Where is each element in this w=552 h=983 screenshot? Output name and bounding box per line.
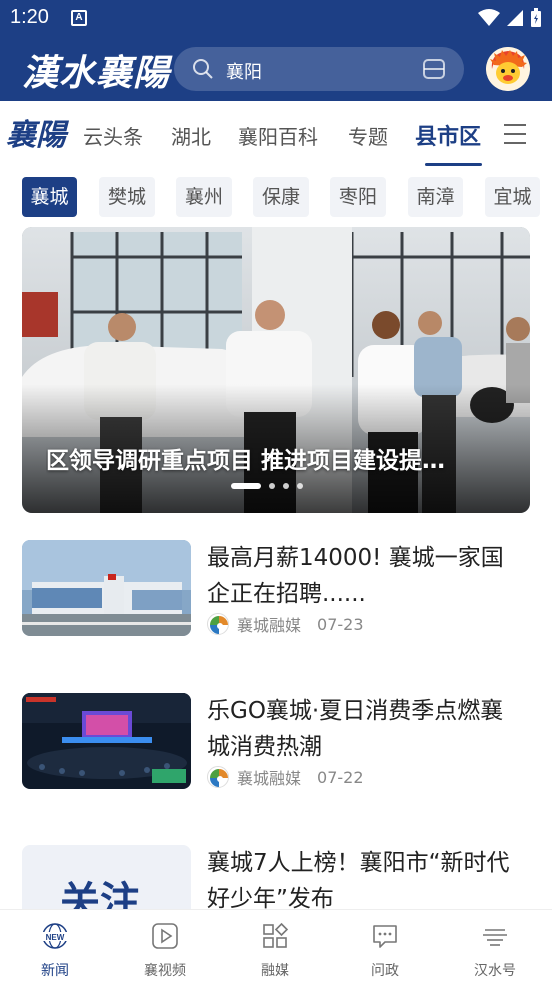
news-thumbnail: 关注 bbox=[22, 845, 191, 909]
news-meta: 襄城融媒 07-23 bbox=[207, 612, 364, 636]
banner-title[interactable]: 区领导调研重点项目 推进项目建设提… bbox=[46, 441, 516, 475]
waves-icon bbox=[483, 929, 507, 946]
source-logo-icon bbox=[207, 766, 229, 788]
news-list-item[interactable]: 关注 襄城7人上榜！襄阳市“新时代好少年”发布 bbox=[22, 845, 530, 909]
nav-label: 新闻 bbox=[41, 963, 69, 979]
status-bar: 1:20 A bbox=[0, 0, 552, 36]
battery-icon bbox=[531, 8, 541, 27]
channel-tab-yuntoutiao[interactable]: 云头条 bbox=[83, 121, 143, 150]
news-thumbnail bbox=[22, 540, 191, 636]
subtab-yicheng[interactable]: 宜城 bbox=[485, 177, 540, 217]
nav-label: 融媒 bbox=[261, 963, 289, 979]
thumb-text: 关注 bbox=[60, 879, 140, 909]
nav-label: 襄视频 bbox=[144, 963, 186, 979]
channel-tab-hubei[interactable]: 湖北 bbox=[171, 121, 211, 150]
news-globe-icon: NEW bbox=[41, 923, 69, 949]
carousel-dot bbox=[269, 483, 275, 489]
news-thumbnail bbox=[22, 693, 191, 789]
stage-night-photo bbox=[22, 693, 191, 789]
app-screen: 1:20 A 漢水襄陽 襄阳 襄陽 云头条 湖北 襄阳百科 专题 县市区 襄城 … bbox=[0, 0, 552, 983]
wifi-icon bbox=[478, 9, 500, 26]
channel-menu-icon[interactable] bbox=[504, 124, 526, 144]
signal-icon bbox=[507, 10, 523, 26]
notification-icon: A bbox=[71, 10, 87, 26]
nav-item-video[interactable]: 襄视频 bbox=[110, 910, 220, 983]
carousel-dot bbox=[283, 483, 289, 489]
status-icons bbox=[478, 8, 542, 28]
news-source: 襄城融媒 bbox=[237, 616, 302, 635]
carousel-dot bbox=[231, 483, 261, 489]
channel-logo: 襄陽 bbox=[6, 118, 66, 153]
news-title[interactable]: 襄城7人上榜！襄阳市“新时代好少年”发布 bbox=[207, 845, 525, 909]
app-logo: 漢水襄陽 bbox=[22, 52, 171, 94]
top-header: 1:20 A 漢水襄陽 襄阳 bbox=[0, 0, 552, 101]
headline-banner[interactable]: 区领导调研重点项目 推进项目建设提… bbox=[22, 227, 530, 513]
search-icon bbox=[193, 59, 213, 79]
channel-tab-xiangyang-baike[interactable]: 襄阳百科 bbox=[238, 121, 318, 150]
status-time: 1:20 bbox=[10, 6, 49, 28]
subtab-baokang[interactable]: 保康 bbox=[253, 177, 309, 217]
subtab-xiangcheng[interactable]: 襄城 bbox=[22, 177, 77, 217]
subtab-xiangzhou[interactable]: 襄州 bbox=[176, 177, 232, 217]
news-source: 襄城融媒 bbox=[237, 769, 302, 788]
mascot-avatar-icon bbox=[486, 47, 530, 91]
news-meta: 襄城融媒 07-22 bbox=[207, 765, 364, 789]
news-list-item[interactable]: 最高月薪14000! 襄城一家国企正在招聘...... 襄城融媒 07-23 bbox=[22, 540, 530, 640]
nav-label: 问政 bbox=[371, 963, 399, 979]
search-bar[interactable]: 襄阳 bbox=[174, 47, 464, 91]
source-logo-icon bbox=[207, 613, 229, 635]
nav-item-news[interactable]: NEW 新闻 bbox=[0, 910, 110, 983]
grid-icon bbox=[263, 922, 289, 948]
news-date: 07-23 bbox=[317, 614, 364, 634]
subtab-fancheng[interactable]: 樊城 bbox=[99, 177, 155, 217]
news-title[interactable]: 最高月薪14000! 襄城一家国企正在招聘...... bbox=[207, 540, 525, 612]
bottom-navigation: NEW 新闻 襄视频 融媒 问政 汉水号 bbox=[0, 909, 552, 983]
play-icon bbox=[152, 923, 178, 949]
scan-icon[interactable] bbox=[422, 58, 446, 80]
nav-item-hanshuihao[interactable]: 汉水号 bbox=[440, 910, 550, 983]
subtab-nanzhang[interactable]: 南漳 bbox=[408, 177, 463, 217]
building-photo bbox=[22, 540, 191, 636]
channel-tab-xianshiqu[interactable]: 县市区 bbox=[415, 119, 481, 151]
news-title[interactable]: 乐GO襄城·夏日消费季点燃襄城消费热潮 bbox=[207, 693, 525, 765]
channel-tab-zhuanti[interactable]: 专题 bbox=[348, 121, 388, 150]
search-text: 襄阳 bbox=[226, 62, 262, 83]
news-list-item[interactable]: 乐GO襄城·夏日消费季点燃襄城消费热潮 襄城融媒 07-22 bbox=[22, 693, 530, 793]
news-date: 07-22 bbox=[317, 767, 364, 787]
nav-item-wenzheng[interactable]: 问政 bbox=[330, 910, 440, 983]
carousel-dot bbox=[297, 483, 303, 489]
subtab-zaoyang[interactable]: 枣阳 bbox=[330, 177, 386, 217]
active-channel-underline bbox=[425, 163, 482, 166]
chat-icon bbox=[373, 925, 397, 948]
nav-item-media[interactable]: 融媒 bbox=[220, 910, 330, 983]
svg-text:NEW: NEW bbox=[46, 933, 65, 942]
user-avatar[interactable] bbox=[486, 47, 530, 91]
nav-label: 汉水号 bbox=[474, 963, 516, 979]
carousel-dots bbox=[231, 483, 303, 489]
